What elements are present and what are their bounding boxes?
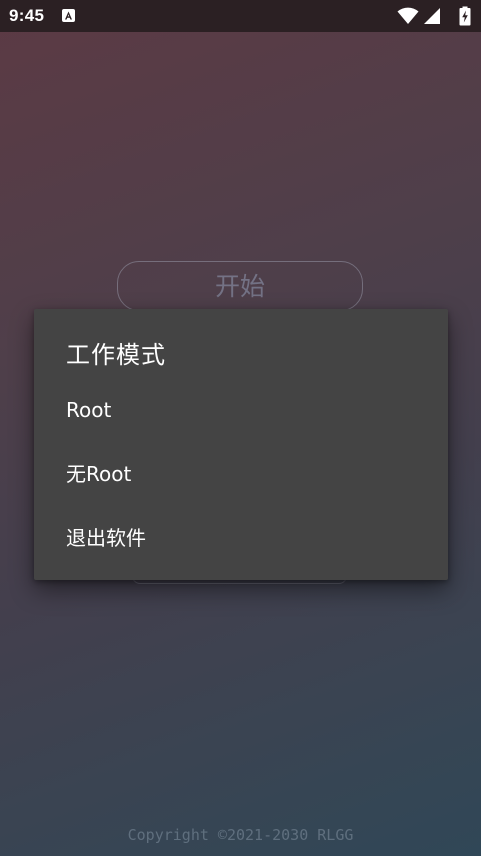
notification-a-icon	[62, 9, 75, 22]
dialog-item-no-root[interactable]: 无Root	[34, 442, 448, 506]
battery-charging-icon	[459, 6, 471, 30]
signal-icon	[423, 6, 441, 30]
dialog-item-root[interactable]: Root	[34, 378, 448, 442]
dialog-item-exit[interactable]: 退出软件	[34, 506, 448, 570]
wifi-icon	[397, 6, 419, 30]
work-mode-dialog: 工作模式 Root 无Root 退出软件	[34, 309, 448, 580]
status-time: 9:45	[9, 6, 45, 25]
status-bar: 9:45	[0, 0, 481, 32]
start-button[interactable]: 开始	[117, 261, 363, 311]
copyright-text: Copyright ©2021-2030 RLGG	[127, 826, 354, 844]
dialog-title: 工作模式	[66, 341, 166, 369]
